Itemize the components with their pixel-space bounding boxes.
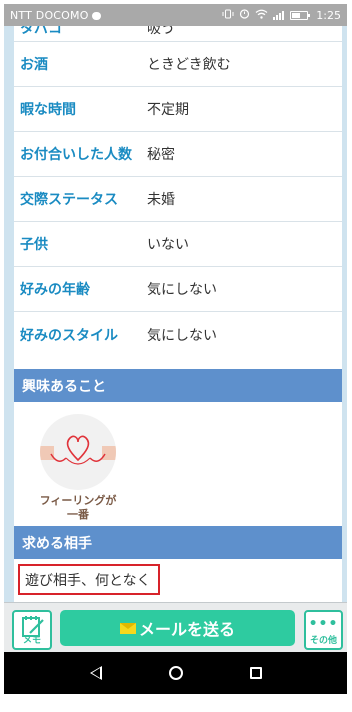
row-value: ときどき飲む bbox=[147, 57, 231, 73]
row-label: タバコ bbox=[20, 26, 62, 37]
profile-row-preferred-age: 好みの年齢 気にしない bbox=[14, 267, 342, 312]
interest-label-line2: 一番 bbox=[67, 508, 89, 521]
profile-details[interactable]: タバコ 吸う お酒 ときどき飲む 暇な時間 不定期 お付合いした人数 秘密 交際… bbox=[14, 26, 342, 602]
row-label: 暇な時間 bbox=[20, 102, 76, 118]
system-nav-bar bbox=[4, 652, 347, 694]
action-bar: メモ メールを送る ••• その他 bbox=[4, 602, 347, 652]
row-value: 不定期 bbox=[147, 102, 189, 118]
row-label: お付合いした人数 bbox=[20, 147, 132, 163]
section-header-seeking: 求める相手 bbox=[14, 526, 342, 559]
vibrate-icon bbox=[222, 9, 234, 22]
more-options-label: その他 bbox=[309, 636, 337, 646]
row-label: 好みの年齢 bbox=[20, 282, 90, 298]
send-mail-button[interactable]: メールを送る bbox=[60, 610, 295, 646]
row-value: 秘密 bbox=[147, 147, 175, 163]
recent-apps-icon[interactable] bbox=[249, 667, 262, 679]
row-value: 未婚 bbox=[147, 192, 175, 208]
row-label: 好みのスタイル bbox=[20, 327, 118, 344]
section-header-interests: 興味あること bbox=[14, 369, 342, 402]
more-options-button[interactable]: ••• その他 bbox=[304, 610, 343, 650]
row-label: 子供 bbox=[20, 237, 48, 253]
seeking-value-highlighted: 遊び相手、何となく bbox=[18, 564, 160, 595]
row-label: 交際ステータス bbox=[20, 192, 118, 208]
profile-row-preferred-style: 好みのスタイル 気にしない bbox=[14, 312, 342, 357]
alarm-icon bbox=[239, 8, 250, 22]
profile-row-alcohol: お酒 ときどき飲む bbox=[14, 42, 342, 87]
interest-item[interactable]: フィーリングが 一番 bbox=[34, 414, 122, 522]
memo-label: メモ bbox=[22, 636, 41, 646]
interest-label-line1: フィーリングが bbox=[39, 494, 117, 507]
carrier-text: NTT DOCOMO bbox=[10, 8, 89, 22]
profile-row-relationship-status: 交際ステータス 未婚 bbox=[14, 177, 342, 222]
status-bar: NTT DOCOMO 1:25 bbox=[4, 4, 347, 26]
interest-label: フィーリングが 一番 bbox=[34, 494, 122, 522]
signal-icon bbox=[273, 10, 285, 20]
profile-row-tobacco: タバコ 吸う bbox=[14, 26, 342, 42]
memo-button[interactable]: メモ bbox=[12, 610, 52, 650]
status-icons: 1:25 bbox=[222, 8, 341, 22]
back-icon[interactable] bbox=[89, 666, 102, 680]
wifi-icon bbox=[255, 9, 268, 22]
more-dots-icon: ••• bbox=[308, 616, 339, 632]
battery-icon bbox=[290, 10, 311, 20]
row-value: 吸う bbox=[147, 26, 175, 37]
send-mail-label: メールを送る bbox=[138, 620, 235, 639]
clock-time: 1:25 bbox=[316, 8, 341, 22]
profile-row-free-time: 暇な時間 不定期 bbox=[14, 87, 342, 132]
row-value: 気にしない bbox=[147, 282, 217, 298]
heart-thread-icon bbox=[40, 414, 116, 490]
home-icon[interactable] bbox=[168, 666, 183, 680]
row-label: お酒 bbox=[20, 57, 48, 73]
envelope-icon bbox=[119, 622, 136, 634]
seeking-value-text: 遊び相手、何となく bbox=[25, 572, 151, 589]
phone-screen: NTT DOCOMO 1:25 タバコ 吸う お酒 ときどき飲む 暇な時間 不定… bbox=[4, 4, 347, 694]
profile-row-past-partners: お付合いした人数 秘密 bbox=[14, 132, 342, 177]
profile-row-children: 子供 いない bbox=[14, 222, 342, 267]
carrier-name: NTT DOCOMO bbox=[10, 9, 222, 22]
message-notification-icon bbox=[91, 11, 101, 20]
row-value: 気にしない bbox=[147, 327, 217, 344]
row-value: いない bbox=[147, 237, 189, 253]
